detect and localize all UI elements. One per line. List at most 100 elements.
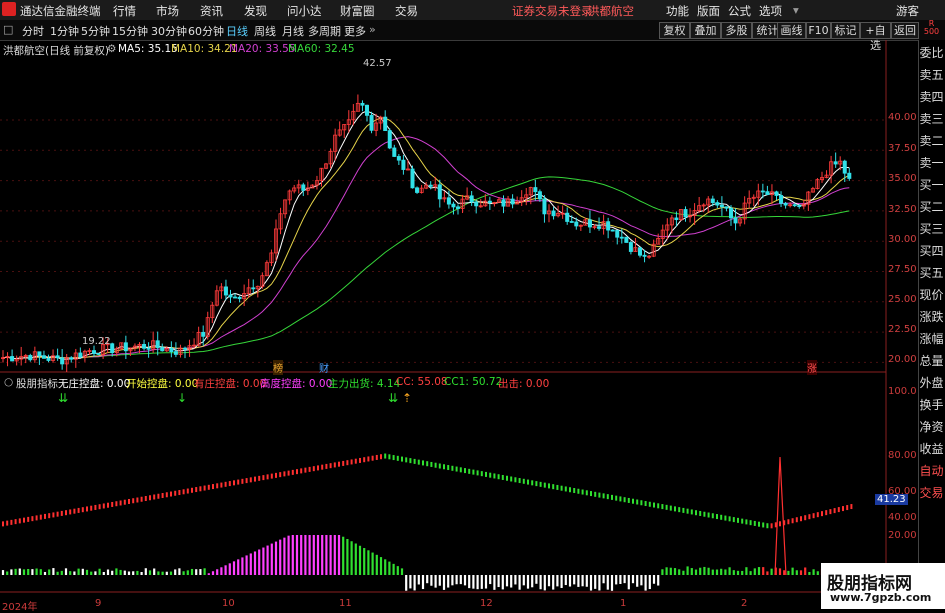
candle-body	[451, 203, 456, 208]
candle-body	[638, 247, 643, 256]
candle-body	[674, 217, 679, 221]
tab-60min[interactable]: 60分钟	[188, 23, 224, 39]
candle-body	[765, 191, 770, 196]
back-button[interactable]: 返回	[891, 22, 919, 39]
panel-item: 收益	[919, 442, 944, 456]
list-marker[interactable]: 榜	[273, 360, 283, 375]
auto-trade-label[interactable]: 交易	[918, 484, 945, 501]
kline-chart[interactable]	[0, 40, 918, 598]
tab-monthly[interactable]: 月线	[282, 23, 304, 39]
tab-daily[interactable]: 日线	[226, 23, 248, 39]
login-notice[interactable]: 证券交易未登录	[512, 3, 593, 19]
title-stock: 洪都航空	[588, 4, 634, 18]
menu-trade[interactable]: 交易	[395, 3, 418, 19]
candle-body	[401, 159, 406, 170]
candle-body	[565, 212, 570, 222]
ind-tick: 100.0	[888, 386, 917, 397]
finance-marker[interactable]: 财	[319, 360, 329, 375]
settings-gear-icon[interactable]: ⚙	[107, 43, 116, 55]
draw-button[interactable]: 画线	[777, 22, 806, 39]
price-tick: 27.50	[888, 264, 917, 275]
panel-item: 卖四	[919, 90, 944, 104]
candle-body	[387, 130, 392, 149]
candle-body	[437, 184, 442, 200]
price-tick: 30.00	[888, 234, 917, 245]
menu-options[interactable]: 选项	[759, 3, 782, 19]
candle-body	[715, 202, 720, 206]
candle-body	[69, 357, 74, 360]
panel-item: 买四	[919, 244, 944, 258]
menu-ask[interactable]: 问小达	[287, 3, 322, 19]
candle-body	[783, 202, 788, 206]
candle-body	[364, 104, 369, 116]
panel-item: 买二	[919, 200, 944, 214]
candle-body	[446, 197, 451, 205]
user-label[interactable]: 游客	[896, 3, 919, 19]
menu-formula[interactable]: 公式	[728, 3, 751, 19]
candle-body	[533, 187, 538, 193]
toggle-icon[interactable]: □	[3, 23, 13, 36]
indicator-name[interactable]: 股朋指标	[16, 376, 58, 391]
candle-body	[797, 205, 802, 208]
candle-body	[110, 343, 115, 354]
candle-body	[92, 350, 97, 354]
mark-button[interactable]: 标记	[831, 22, 860, 39]
candle-body	[474, 201, 479, 207]
overlay-button[interactable]: 叠加	[690, 22, 721, 39]
tab-weekly[interactable]: 周线	[254, 23, 276, 39]
candle-body	[760, 190, 765, 193]
ma10-path	[2, 117, 850, 360]
auto-trade-label[interactable]: 自动	[918, 462, 945, 479]
more-chevron-icon[interactable]: »	[369, 23, 376, 36]
f10-button[interactable]: F10	[806, 22, 831, 39]
tab-15min[interactable]: 15分钟	[112, 23, 148, 39]
tab-intraday[interactable]: 分时	[22, 23, 44, 39]
candle-body	[642, 254, 647, 257]
candle-body	[610, 229, 615, 232]
candle-body	[624, 236, 629, 243]
menu-wealth[interactable]: 财富圈	[340, 3, 375, 19]
indicator-v4: 高度控盘: 0.00	[260, 378, 333, 390]
tab-1min[interactable]: 1分钟	[50, 23, 79, 39]
menu-news[interactable]: 资讯	[200, 3, 223, 19]
sell-signal-icon: ⇡	[402, 391, 413, 405]
candle-body	[542, 198, 547, 215]
minimize-icon[interactable]: ▾	[793, 3, 799, 17]
ma10-line	[2, 117, 850, 360]
candle-body	[719, 204, 724, 208]
menu-quotes[interactable]: 行情	[113, 3, 136, 19]
candle-body	[301, 184, 306, 191]
candle-body	[847, 172, 852, 179]
tab-30min[interactable]: 30分钟	[151, 23, 187, 39]
menu-layout[interactable]: 版面	[697, 3, 720, 19]
menu-discover[interactable]: 发现	[244, 3, 267, 19]
multi-stock-button[interactable]: 多股	[721, 22, 752, 39]
menu-function[interactable]: 功能	[666, 3, 689, 19]
indicator-toggle-icon[interactable]: ○	[4, 376, 13, 388]
adjust-button[interactable]: 复权	[659, 22, 690, 39]
rise-marker[interactable]: 涨	[807, 360, 817, 375]
tab-5min[interactable]: 5分钟	[81, 23, 110, 39]
candle-body	[96, 353, 101, 355]
candle-body	[710, 198, 715, 203]
price-tick: 25.00	[888, 294, 917, 305]
app-title: 通达信金融终端	[20, 4, 101, 18]
candle-body	[142, 344, 147, 349]
panel-item: 买一	[919, 178, 944, 192]
candle-body	[392, 147, 397, 157]
panel-item: 外盘	[919, 376, 944, 390]
candle-body	[173, 351, 178, 355]
menu-market[interactable]: 市场	[156, 3, 179, 19]
panel-item: 换手	[919, 398, 944, 412]
candle-body	[551, 210, 556, 217]
candle-body	[223, 286, 228, 296]
tab-multi-period[interactable]: 多周期	[308, 23, 341, 39]
tab-more[interactable]: 更多	[344, 23, 366, 39]
add-watchlist-button[interactable]: +自选	[860, 22, 891, 52]
candle-body	[251, 287, 256, 290]
ind-tick: 80.00	[888, 450, 917, 461]
candle-body	[428, 184, 433, 187]
candle-body	[37, 351, 42, 357]
title-bar: 通达信金融终端 行情 市场 资讯 发现 问小达 财富圈 交易 证券交易未登录 洪…	[0, 0, 945, 20]
low-price-label: 19.22	[82, 336, 111, 347]
